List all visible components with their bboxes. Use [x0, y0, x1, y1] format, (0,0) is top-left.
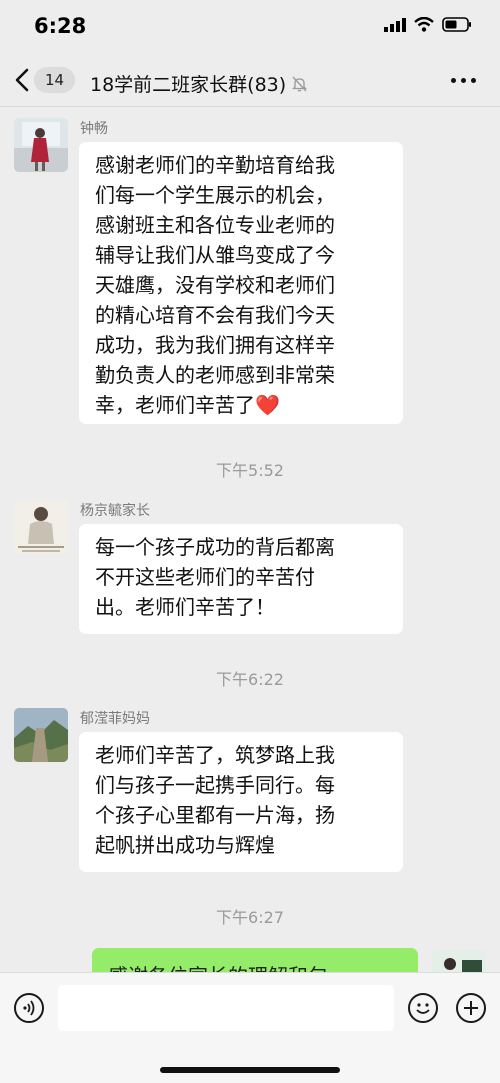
input-bar	[0, 972, 500, 1083]
avatar[interactable]	[14, 500, 68, 554]
wifi-icon	[414, 17, 434, 32]
message-bubble[interactable]: 老师们辛苦了，筑梦路上我 们与孩子一起携手同行。每 个孩子心里都有一片海，扬 起帆拼…	[79, 732, 403, 872]
chat-title: 18学前二班家长群(83)	[90, 70, 308, 97]
unread-badge: 14	[34, 67, 76, 93]
message-bubble[interactable]: 感谢老师们的辛勤培育给我 们每一个学生展示的机会， 感谢班主和各位专业老师的 辅导让…	[79, 142, 403, 424]
avatar[interactable]	[14, 708, 68, 762]
nav-bar: 14 18学前二班家长群(83)	[0, 56, 500, 107]
timestamp: 下午6:27	[216, 908, 284, 927]
message-bubble[interactable]: 每一个孩子成功的背后都离 不开这些老师们的辛苦付 出。老师们辛苦了！	[79, 524, 403, 634]
message-item: 钟畅 感谢老师们的辛勤培育给我 们每一个学生展示的机会， 感谢班主和各位专业老师的 …	[14, 118, 414, 424]
voice-icon[interactable]	[14, 993, 44, 1023]
signal-icon	[384, 17, 406, 32]
sender-name: 郁滢菲妈妈	[80, 711, 150, 727]
plus-icon[interactable]	[456, 993, 486, 1023]
battery-icon	[442, 17, 471, 32]
mute-bell-icon	[292, 76, 308, 91]
status-bar: 6:28	[0, 0, 500, 56]
chat-title-text: 18学前二班家长群(83)	[90, 74, 287, 96]
timestamp: 下午5:52	[216, 461, 284, 480]
message-item: 郁滢菲妈妈 老师们辛苦了，筑梦路上我 们与孩子一起携手同行。每 个孩子心里都有一片…	[14, 708, 414, 872]
sender-name: 杨京毓家长	[80, 503, 150, 519]
status-icons	[384, 17, 472, 32]
more-icon[interactable]	[451, 66, 476, 94]
status-time: 6:28	[34, 14, 87, 38]
message-input[interactable]	[58, 985, 394, 1031]
message-item: 杨京毓家长 每一个孩子成功的背后都离 不开这些老师们的辛苦付 出。老师们辛苦了！	[14, 500, 414, 634]
sender-name: 钟畅	[80, 121, 108, 137]
back-button[interactable]: 14	[14, 64, 76, 96]
home-indicator	[160, 1067, 340, 1073]
timestamp: 下午6:22	[216, 670, 284, 689]
back-chevron-icon	[15, 68, 29, 92]
avatar[interactable]	[14, 118, 68, 172]
emoji-icon[interactable]	[408, 993, 438, 1023]
